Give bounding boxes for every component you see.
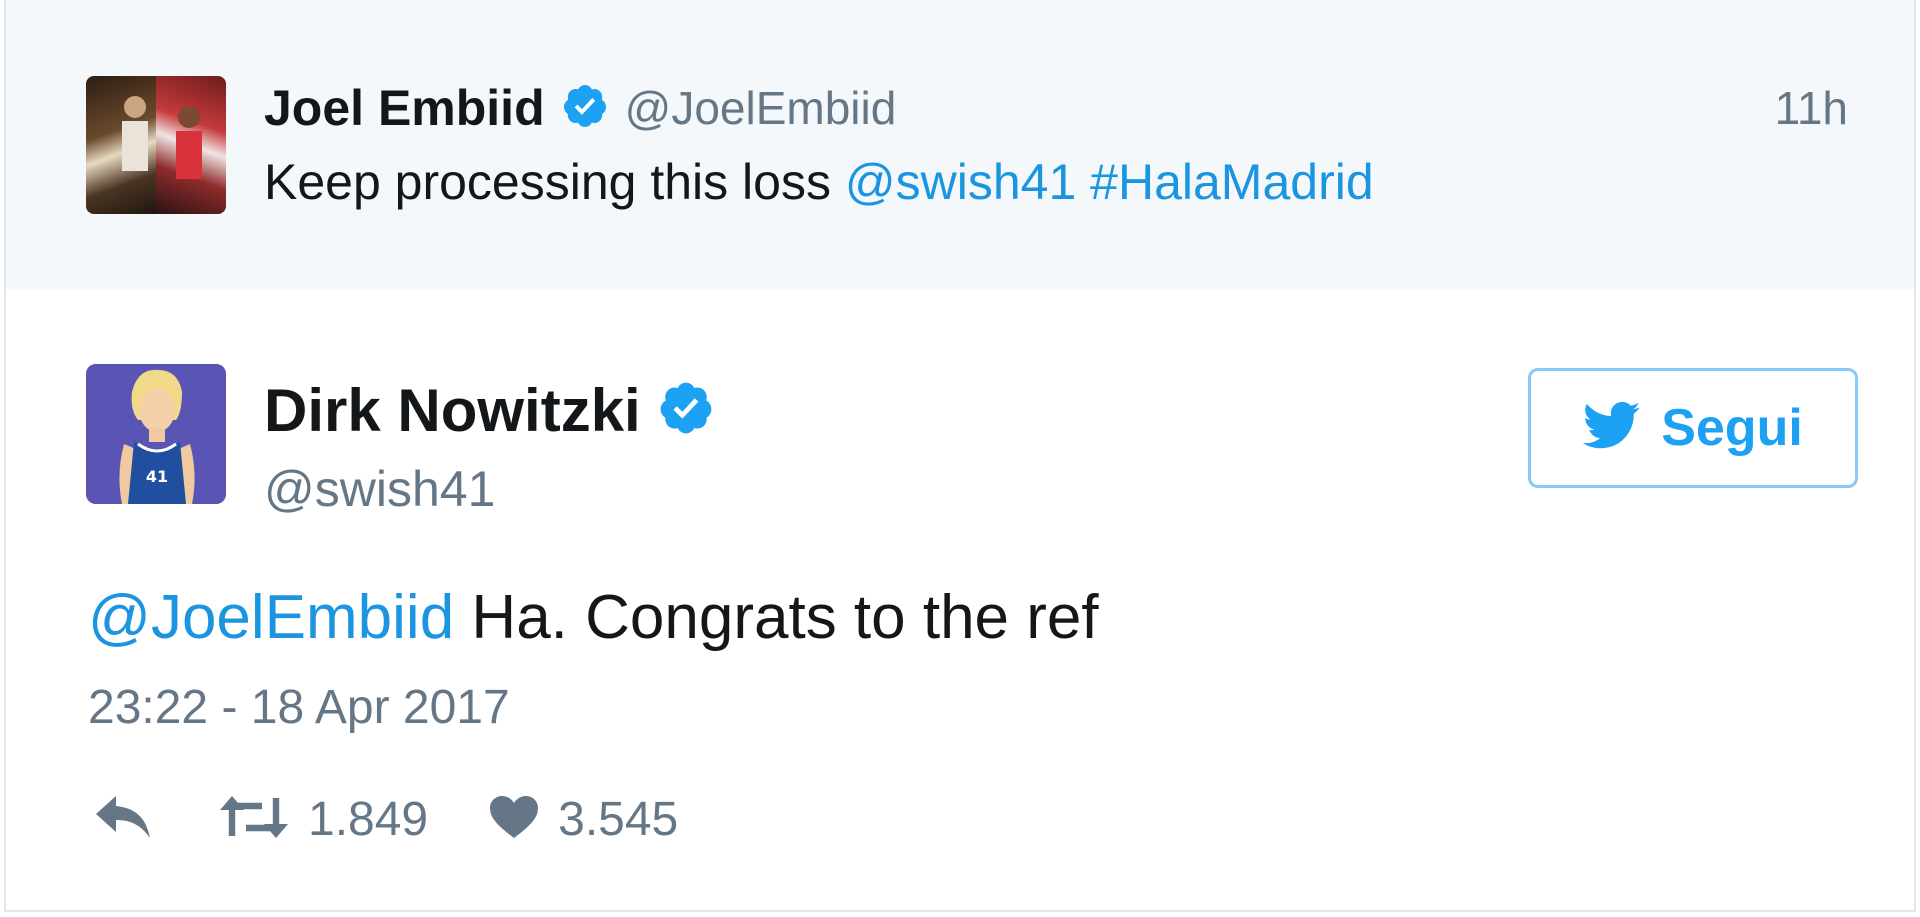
parent-tweet[interactable]: Joel Embiid @JoelEmbiid 11h Keep process… <box>6 0 1914 290</box>
parent-text-plain: Keep processing this loss <box>264 154 845 210</box>
svg-text:41: 41 <box>146 467 168 486</box>
twitter-bird-icon <box>1582 401 1641 456</box>
parent-hashtag-link[interactable]: #HalaMadrid <box>1090 154 1373 210</box>
tweet-embed-card: Joel Embiid @JoelEmbiid 11h Keep process… <box>4 0 1916 912</box>
heart-icon <box>488 794 540 845</box>
tweet-actions: 1.849 3.545 <box>92 784 678 854</box>
main-text-plain: Ha. Congrats to the ref <box>454 583 1099 652</box>
parent-author-name[interactable]: Joel Embiid <box>264 79 545 137</box>
like-button[interactable]: 3.545 <box>488 792 678 847</box>
main-author-name[interactable]: Dirk Nowitzki <box>264 376 641 445</box>
retweet-button[interactable]: 1.849 <box>218 792 428 847</box>
parent-timestamp[interactable]: 11h <box>1775 80 1848 136</box>
verified-badge-icon <box>657 379 715 442</box>
reply-icon <box>92 792 154 847</box>
parent-author-handle[interactable]: @JoelEmbiid <box>625 81 897 135</box>
main-avatar[interactable]: 41 <box>86 364 226 504</box>
main-author-handle[interactable]: @swish41 <box>264 460 495 518</box>
retweet-icon <box>218 792 290 847</box>
parent-header: Joel Embiid @JoelEmbiid <box>264 80 896 136</box>
reply-button[interactable] <box>92 792 154 847</box>
retweet-count: 1.849 <box>308 792 429 846</box>
parent-avatar[interactable] <box>86 76 226 214</box>
like-count: 3.545 <box>558 792 679 846</box>
follow-button-label: Segui <box>1661 399 1803 457</box>
tweet-date[interactable]: 23:22 - 18 Apr 2017 <box>88 680 510 735</box>
follow-button[interactable]: Segui <box>1528 368 1858 488</box>
parent-tweet-text: Keep processing this loss @swish41 #Hala… <box>264 152 1374 212</box>
main-mention-link[interactable]: @JoelEmbiid <box>88 583 454 652</box>
main-author-row: Dirk Nowitzki <box>264 376 715 445</box>
parent-mention-link[interactable]: @swish41 <box>845 154 1076 210</box>
main-tweet-text: @JoelEmbiid Ha. Congrats to the ref <box>88 580 1099 656</box>
verified-badge-icon <box>561 82 609 135</box>
